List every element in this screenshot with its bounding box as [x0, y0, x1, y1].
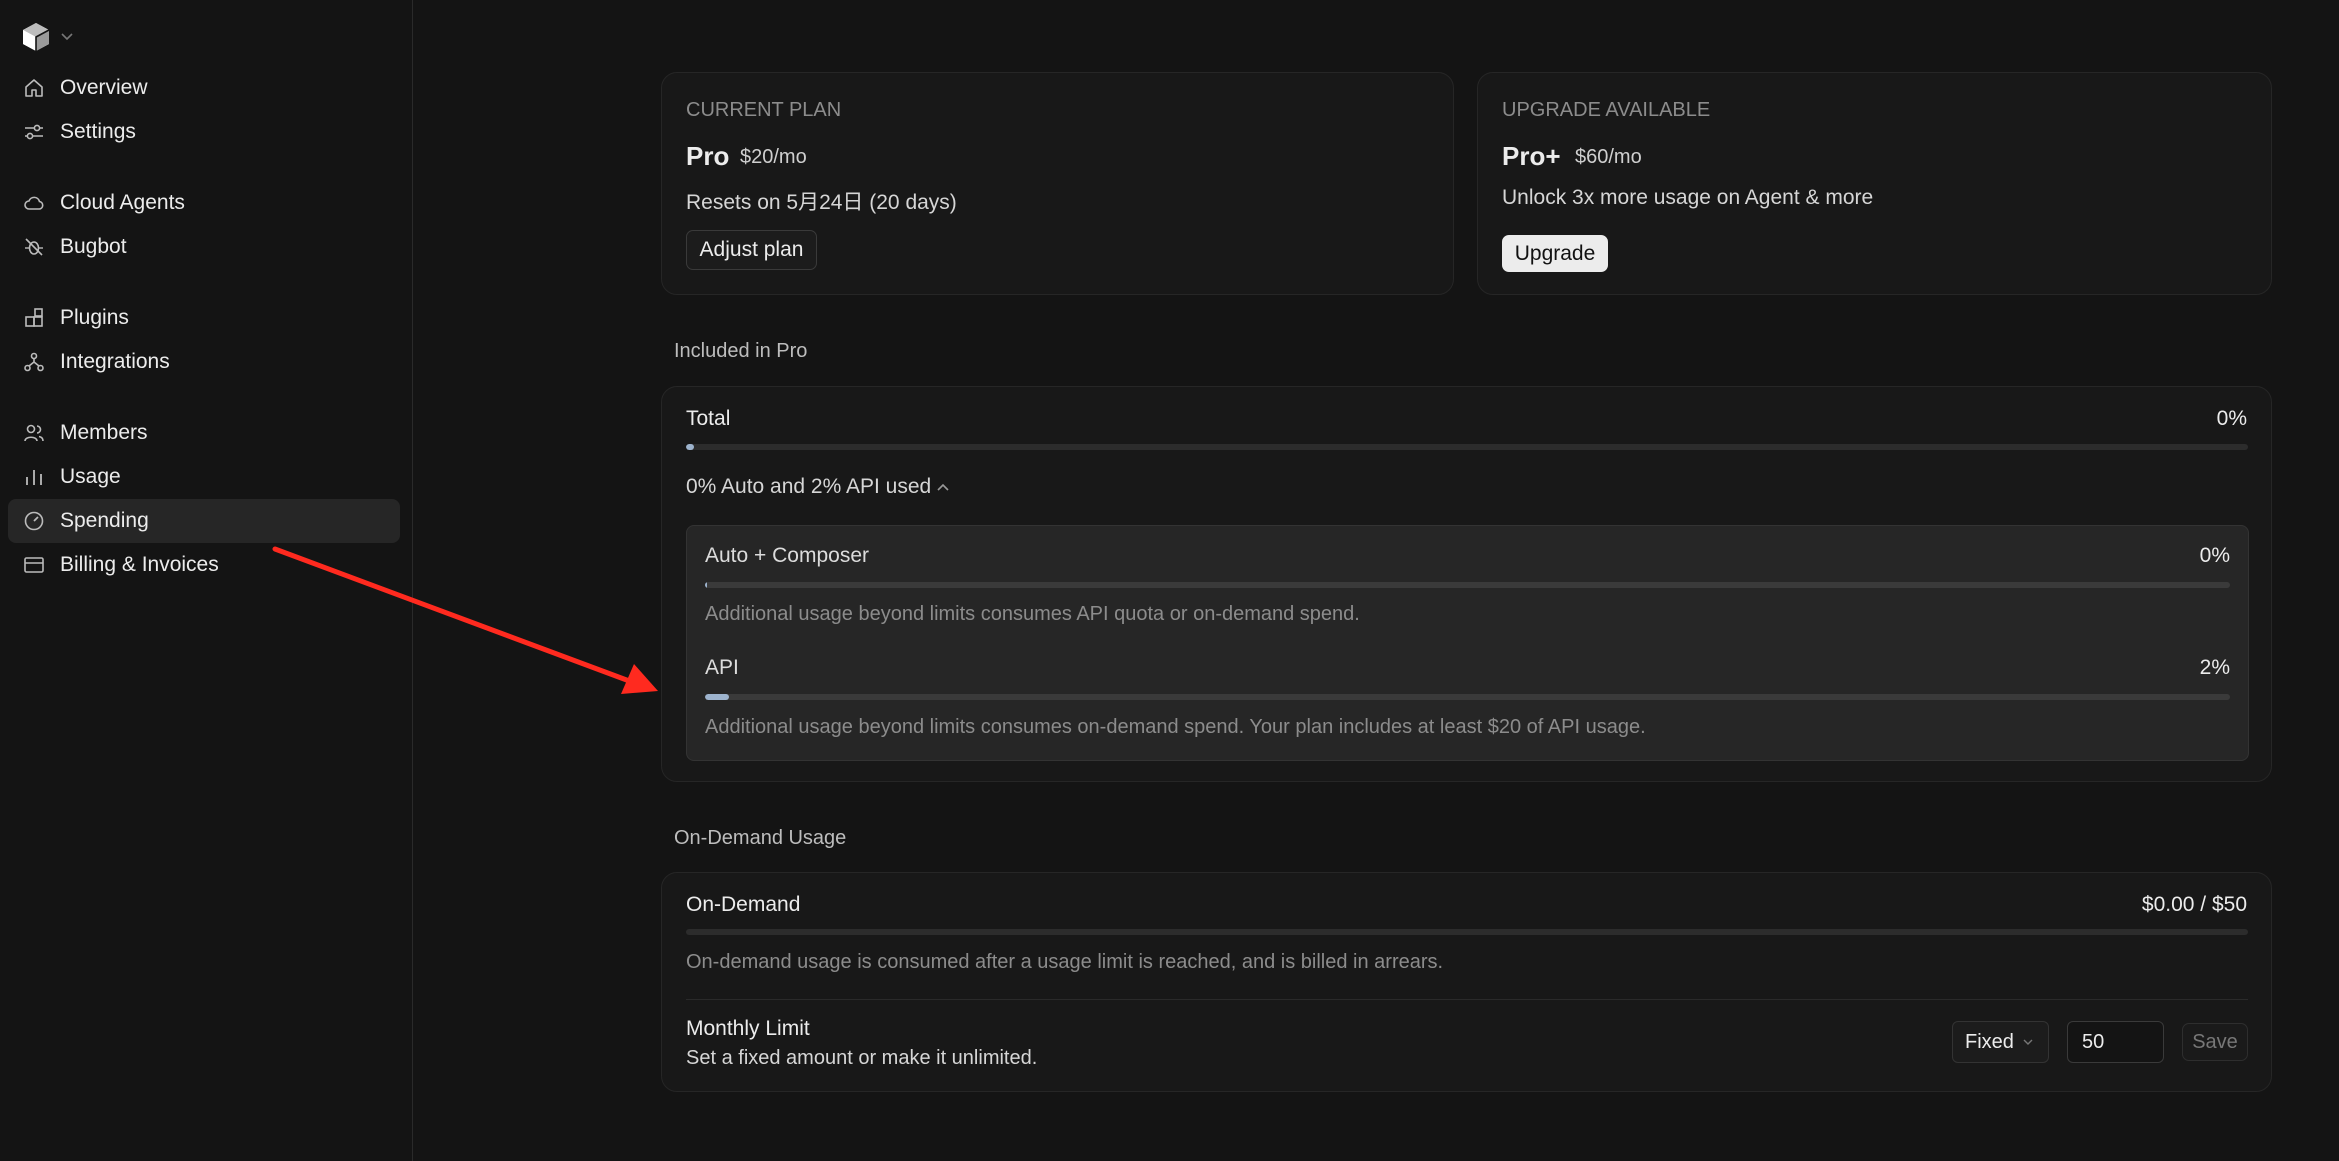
annotation-arrow-icon	[272, 546, 658, 694]
